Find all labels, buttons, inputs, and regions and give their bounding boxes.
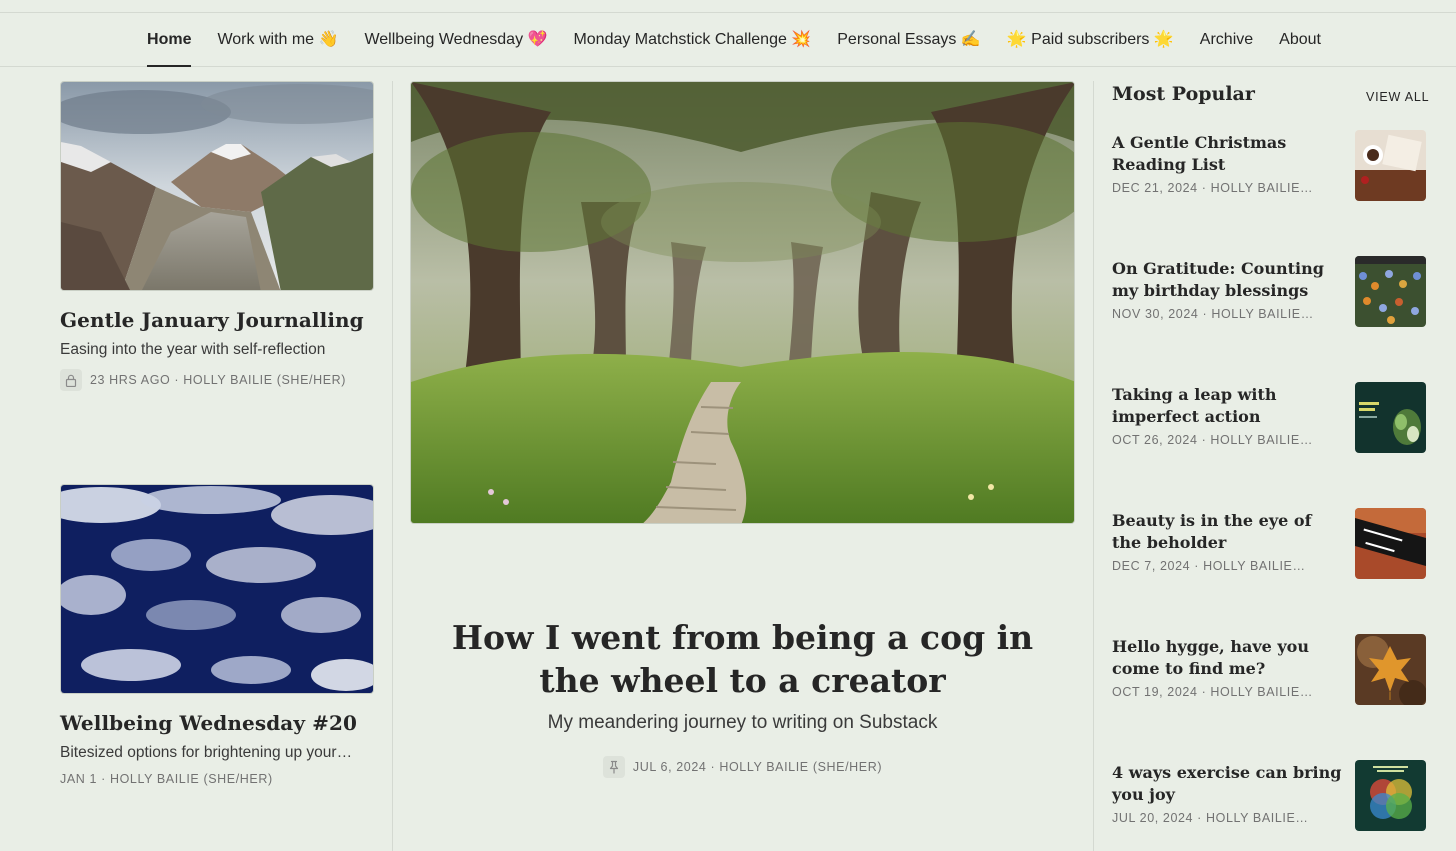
popular-post-item[interactable]: Beauty is in the eye of the beholder DEC… <box>1112 508 1426 582</box>
popular-post-title[interactable]: A Gentle Christmas Reading List <box>1112 132 1344 176</box>
popular-post-thumbnail[interactable] <box>1355 634 1426 705</box>
post-meta-text: JAN 1 · HOLLY BAILIE (SHE/HER) <box>60 772 273 786</box>
featured-post-meta: JUL 6, 2024 · HOLLY BAILIE (SHE/HER) <box>410 756 1075 778</box>
nav-work-with-me[interactable]: Work with me 👋 <box>217 13 338 67</box>
nav-wellbeing-wednesday[interactable]: Wellbeing Wednesday 💖 <box>364 13 547 67</box>
popular-post-title[interactable]: Taking a leap with imperfect action <box>1112 384 1344 428</box>
lock-icon <box>60 369 82 391</box>
exercise-venn-diagram-image <box>1355 760 1426 831</box>
column-divider <box>1093 81 1094 851</box>
post-meta-text: 23 HRS AGO · HOLLY BAILIE (SHE/HER) <box>90 373 347 387</box>
post-card[interactable]: Wellbeing Wednesday #20 Bitesized option… <box>60 484 374 786</box>
featured-post-subtitle: My meandering journey to writing on Subs… <box>547 712 938 733</box>
website-screenshot-image <box>1355 382 1426 453</box>
popular-post-item[interactable]: Taking a leap with imperfect action OCT … <box>1112 382 1426 456</box>
books-coffee-image <box>1355 130 1426 201</box>
mountain-valley-image <box>61 82 373 290</box>
nav-about[interactable]: About <box>1279 13 1321 67</box>
popular-post-meta: DEC 21, 2024 · HOLLY BAILIE… <box>1112 181 1314 195</box>
flower-meadow-image <box>1355 256 1426 327</box>
post-thumbnail-sky[interactable] <box>60 484 374 694</box>
popular-post-item[interactable]: A Gentle Christmas Reading List DEC 21, … <box>1112 130 1426 204</box>
popular-post-thumbnail[interactable] <box>1355 382 1426 453</box>
featured-post-image[interactable] <box>410 81 1075 524</box>
nav-personal-essays[interactable]: Personal Essays ✍️ <box>837 13 981 67</box>
post-card[interactable]: Gentle January Journalling Easing into t… <box>60 81 374 391</box>
popular-post-title[interactable]: Beauty is in the eye of the beholder <box>1112 510 1344 554</box>
post-title[interactable]: Gentle January Journalling <box>60 308 374 332</box>
view-all-link[interactable]: VIEW ALL <box>1366 90 1429 104</box>
nav-home[interactable]: Home <box>147 13 192 67</box>
popular-post-thumbnail[interactable] <box>1355 760 1426 831</box>
popular-post-title[interactable]: On Gratitude: Counting my birthday bless… <box>1112 258 1344 302</box>
nav-monday-matchstick[interactable]: Monday Matchstick Challenge 💥 <box>573 13 811 67</box>
popular-post-meta: JUL 20, 2024 · HOLLY BAILIE… <box>1112 811 1309 825</box>
forest-path-illustration <box>411 82 1074 523</box>
popular-post-thumbnail[interactable] <box>1355 130 1426 201</box>
post-thumbnail-mountain[interactable] <box>60 81 374 291</box>
popular-post-meta: OCT 19, 2024 · HOLLY BAILIE… <box>1112 685 1313 699</box>
post-meta: JAN 1 · HOLLY BAILIE (SHE/HER) <box>60 772 374 786</box>
nav-paid-subscribers[interactable]: 🌟 Paid subscribers 🌟 <box>1007 13 1174 67</box>
most-popular-heading: Most Popular <box>1112 83 1255 105</box>
popular-post-item[interactable]: On Gratitude: Counting my birthday bless… <box>1112 256 1426 330</box>
street-sign-image <box>1355 508 1426 579</box>
popular-post-thumbnail[interactable] <box>1355 508 1426 579</box>
popular-post-title[interactable]: Hello hygge, have you come to find me? <box>1112 636 1344 680</box>
autumn-leaf-image <box>1355 634 1426 705</box>
popular-post-item[interactable]: 4 ways exercise can bring you joy JUL 20… <box>1112 760 1426 834</box>
main-nav: Home Work with me 👋 Wellbeing Wednesday … <box>0 13 1456 67</box>
post-subtitle: Easing into the year with self-reflectio… <box>60 341 326 358</box>
featured-post-title[interactable]: How I went from being a cog in the wheel… <box>430 616 1055 702</box>
nav-archive[interactable]: Archive <box>1200 13 1253 67</box>
popular-post-thumbnail[interactable] <box>1355 256 1426 327</box>
popular-post-meta: DEC 7, 2024 · HOLLY BAILIE… <box>1112 559 1306 573</box>
featured-post-meta-text: JUL 6, 2024 · HOLLY BAILIE (SHE/HER) <box>632 760 883 774</box>
popular-post-meta: OCT 26, 2024 · HOLLY BAILIE… <box>1112 433 1313 447</box>
popular-post-title[interactable]: 4 ways exercise can bring you joy <box>1112 762 1344 806</box>
popular-post-item[interactable]: Hello hygge, have you come to find me? O… <box>1112 634 1426 708</box>
blue-sky-clouds-image <box>61 485 373 693</box>
pin-icon <box>602 756 625 778</box>
post-subtitle: Bitesized options for brightening up you… <box>60 744 353 761</box>
popular-post-meta: NOV 30, 2024 · HOLLY BAILIE… <box>1112 307 1314 321</box>
column-divider <box>392 81 393 851</box>
post-meta: 23 HRS AGO · HOLLY BAILIE (SHE/HER) <box>60 369 374 391</box>
post-title[interactable]: Wellbeing Wednesday #20 <box>60 711 374 735</box>
